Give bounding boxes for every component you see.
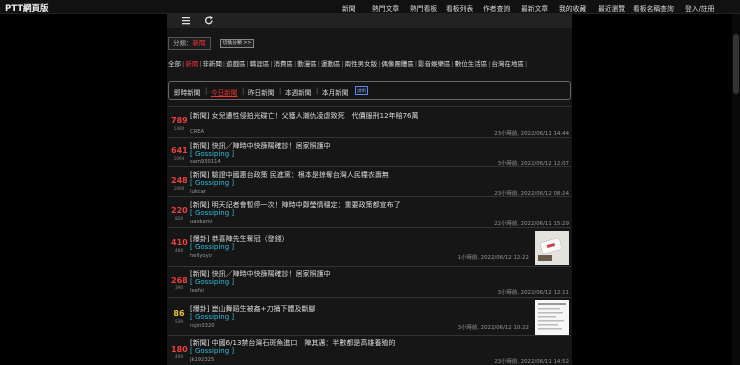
board-filter-anime[interactable]: 動漫區: [297, 60, 317, 68]
push-total: 1094: [173, 156, 185, 161]
article-thumbnail[interactable]: [535, 231, 569, 265]
article-row[interactable]: 86 539 [爆卦] 崑山舞蹈生被姦+刀捅下體及斷腳 [ Gossiping …: [168, 297, 571, 335]
article-author[interactable]: rojin0320: [190, 323, 215, 329]
article-row[interactable]: 410 468 [爆卦] 恭喜陣先生奪冠（發錢） [ Gossiping ] h…: [168, 227, 571, 267]
article-row[interactable]: 268 390 [新聞] 快訊／陣時中快篩陽確診！居家照護中 [ Gossipi…: [168, 266, 571, 296]
refresh-icon[interactable]: [203, 15, 215, 26]
category-value: 新聞: [192, 39, 206, 47]
article-board[interactable]: [ Gossiping ]: [190, 179, 234, 187]
help-badge[interactable]: 說明: [355, 86, 368, 95]
tab-today[interactable]: 今日新聞: [211, 87, 237, 97]
board-filter-career[interactable]: 職涯區: [250, 60, 270, 68]
nav-author-search[interactable]: 作者查詢: [483, 3, 510, 13]
tab-yesterday[interactable]: 昨日新聞: [248, 87, 274, 97]
push-total: 390: [175, 285, 183, 290]
article-author[interactable]: sam930114: [190, 159, 221, 165]
nav-hot-articles[interactable]: 熱門文章: [372, 3, 399, 13]
board-filter-idols[interactable]: 偶像團體區: [381, 60, 414, 68]
toolbar: [167, 14, 572, 28]
nav-latest-articles[interactable]: 最新文章: [521, 3, 548, 13]
board-filter-digital[interactable]: 數位生活區: [455, 60, 488, 68]
page-scrollbar[interactable]: [732, 14, 740, 365]
article-row[interactable]: 789 1480 [新聞] 女兒遭性侵拍光碟亡！父獲人潮仇凌虐致死 代價服刑12…: [168, 106, 571, 139]
push-count: 248: [171, 176, 188, 185]
article-board[interactable]: [ Gossiping ]: [190, 150, 234, 158]
site-logo[interactable]: PTT網頁版: [5, 2, 49, 14]
article-row[interactable]: 180 469 [新聞] 中國6/13禁台灣石斑魚進口 陣其邁：半數都是高雄養殖…: [168, 335, 571, 365]
tab-this-month[interactable]: 本月新聞: [322, 87, 348, 97]
article-thumbnail[interactable]: [535, 300, 569, 335]
board-filter-relationships[interactable]: 兩性男女版: [345, 60, 378, 68]
article-time: 23小時前, 2022/06/11 14:44: [494, 131, 569, 137]
article-author[interactable]: hellyoyo: [190, 253, 212, 259]
article-board[interactable]: [ Gossiping ]: [190, 243, 234, 251]
article-time: 1小時前, 2022/06/12 12:22: [457, 255, 529, 261]
push-total: 539: [175, 319, 183, 324]
article-board[interactable]: [ Gossiping ]: [190, 278, 234, 286]
push-count: 86: [173, 309, 185, 318]
article-author[interactable]: lukcar: [190, 189, 206, 195]
push-count: 789: [171, 116, 188, 125]
nav-news[interactable]: 新聞: [342, 3, 356, 13]
tab-this-week[interactable]: 本週新聞: [285, 87, 311, 97]
article-time: 22小時前, 2022/06/11 15:29: [494, 221, 569, 227]
push-total: 826: [175, 216, 183, 221]
nav-hot-boards[interactable]: 熱門看板: [410, 3, 437, 13]
nav-login[interactable]: 登入/註冊: [685, 3, 714, 13]
push-total: 469: [175, 354, 183, 359]
scrollbar-thumb[interactable]: [733, 34, 739, 94]
article-row[interactable]: 220 826 [新聞] 明天記者會暫停一次！陣時中鄭瑩情穩定：重要政策都宣布了…: [168, 196, 571, 229]
article-time: 3小時前, 2022/06/12 10:22: [457, 325, 529, 331]
push-count: 410: [171, 238, 188, 247]
push-total: 468: [175, 248, 183, 253]
board-filter-list: 全部|新聞|非新聞|遊戲區|職涯區|消費區|動漫區|運動區|兩性男女版|偶像團體…: [168, 60, 528, 68]
push-count: 641: [171, 146, 188, 155]
nav-board-search[interactable]: 看板名稱查詢: [633, 3, 674, 13]
time-tabs: 即時新聞 | 今日新聞 | 昨日新聞 | 本週新聞 | 本月新聞 說明: [168, 81, 571, 100]
article-title[interactable]: [新聞] 女兒遭性侵拍光碟亡！父獲人潮仇凌虐致死 代價服刑12年賠76萬: [190, 111, 419, 121]
push-count: 268: [171, 276, 188, 285]
category-label: 分類：新聞: [168, 37, 211, 50]
article-time: 23小時前, 2022/06/11 14:52: [494, 359, 569, 365]
article-time: 3小時前, 2022/06/12 12:11: [497, 290, 569, 296]
push-total: 1000: [173, 186, 185, 191]
article-author[interactable]: jk192325: [190, 357, 214, 363]
tab-realtime[interactable]: 即時新聞: [174, 87, 200, 97]
push-count: 220: [171, 206, 188, 215]
board-filter-local[interactable]: 台灣在地區: [491, 60, 524, 68]
board-filter-news[interactable]: 新聞: [185, 60, 198, 68]
menu-icon[interactable]: [180, 15, 192, 26]
board-filter-games[interactable]: 遊戲區: [226, 60, 246, 68]
article-author[interactable]: CREA: [190, 129, 204, 135]
board-filter-non-news[interactable]: 非新聞: [202, 60, 222, 68]
board-filter-entertainment[interactable]: 影音娛樂區: [418, 60, 451, 68]
nav-recent[interactable]: 最近瀏覽: [598, 3, 625, 13]
nav-favorites[interactable]: 我的收藏: [559, 3, 586, 13]
nav-board-list[interactable]: 看板列表: [446, 3, 473, 13]
article-author[interactable]: leefsi: [190, 288, 204, 294]
article-board[interactable]: [ Gossiping ]: [190, 313, 234, 321]
board-filter-sports[interactable]: 運動區: [321, 60, 341, 68]
article-board[interactable]: [ Gossiping ]: [190, 209, 234, 217]
switch-category-button[interactable]: 切換分類 >>: [220, 39, 254, 48]
board-filter-all[interactable]: 全部: [168, 60, 181, 68]
article-board[interactable]: [ Gossiping ]: [190, 347, 234, 355]
top-navbar: PTT網頁版 新聞 熱門文章 熱門看板 看板列表 作者查詢 最新文章 我的收藏 …: [0, 0, 740, 14]
article-author[interactable]: uaokami: [190, 219, 212, 225]
push-count: 180: [171, 345, 188, 354]
push-total: 1480: [173, 126, 185, 131]
board-filter-shopping[interactable]: 消費區: [274, 60, 294, 68]
article-row[interactable]: 248 1000 [新聞] 驗證中國惠台政策 民進黨：根本是掠奪台灣人民糧衣壽無…: [168, 166, 571, 199]
